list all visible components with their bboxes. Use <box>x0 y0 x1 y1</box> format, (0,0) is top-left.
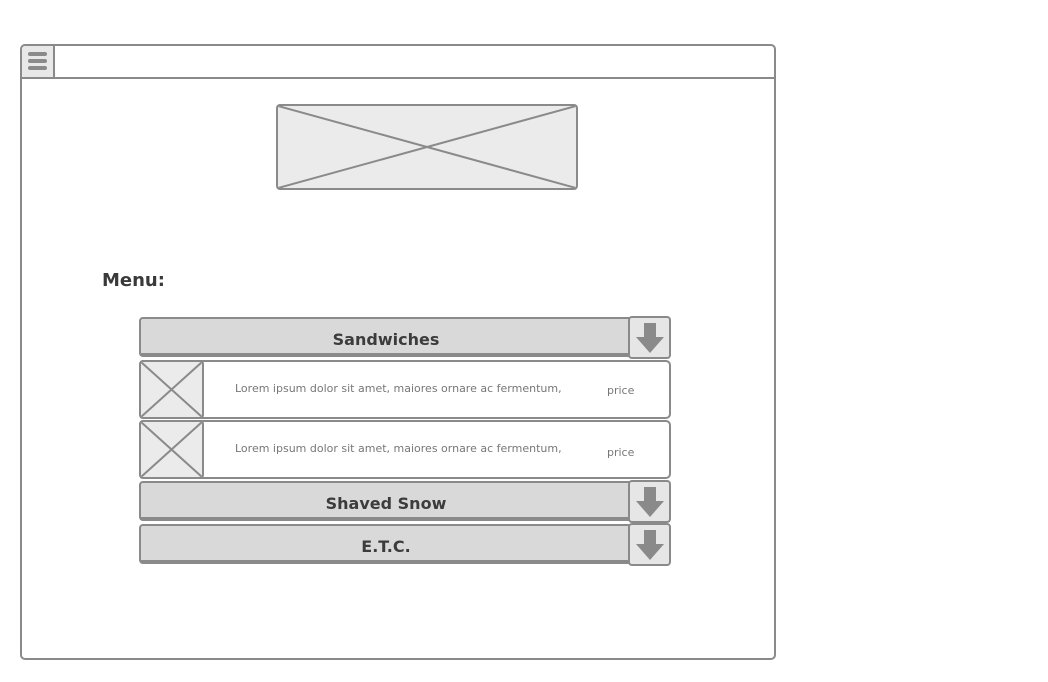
image-placeholder-icon <box>141 362 202 417</box>
image-placeholder-icon <box>278 106 576 188</box>
expand-toggle-button[interactable] <box>628 316 671 359</box>
arrow-down-icon <box>636 323 664 353</box>
category-sandwiches[interactable]: Sandwiches <box>139 316 671 359</box>
category-label: E.T.C. <box>361 537 411 556</box>
hero-image-placeholder <box>276 104 578 190</box>
image-placeholder-icon <box>141 422 202 477</box>
arrow-down-icon <box>636 530 664 560</box>
item-description: Lorem ipsum dolor sit amet, maiores orna… <box>235 382 562 395</box>
category-header[interactable]: Shaved Snow <box>139 481 633 521</box>
arrow-down-icon <box>636 487 664 517</box>
item-price: price <box>607 446 635 459</box>
hamburger-menu-icon <box>28 66 47 70</box>
category-header[interactable]: Sandwiches <box>139 317 633 357</box>
hamburger-menu-icon <box>28 52 47 56</box>
app-window: Menu: Sandwiches Lorem ipsum dolor sit a… <box>20 44 776 660</box>
expand-toggle-button[interactable] <box>628 480 671 523</box>
item-price: price <box>607 384 635 397</box>
category-shaved-snow[interactable]: Shaved Snow <box>139 480 671 523</box>
item-image-placeholder <box>139 360 204 419</box>
category-etc[interactable]: E.T.C. <box>139 523 671 566</box>
item-image-placeholder <box>139 420 204 479</box>
item-description: Lorem ipsum dolor sit amet, maiores orna… <box>235 442 562 455</box>
category-header[interactable]: E.T.C. <box>139 524 633 564</box>
menu-item[interactable]: Lorem ipsum dolor sit amet, maiores orna… <box>139 360 671 419</box>
menu-item[interactable]: Lorem ipsum dolor sit amet, maiores orna… <box>139 420 671 479</box>
hamburger-menu-icon <box>28 59 47 63</box>
menu-heading: Menu: <box>102 270 165 291</box>
expand-toggle-button[interactable] <box>628 523 671 566</box>
hamburger-menu-button[interactable] <box>22 46 55 79</box>
category-label: Shaved Snow <box>325 494 447 513</box>
category-label: Sandwiches <box>332 330 440 349</box>
title-bar <box>22 46 774 79</box>
